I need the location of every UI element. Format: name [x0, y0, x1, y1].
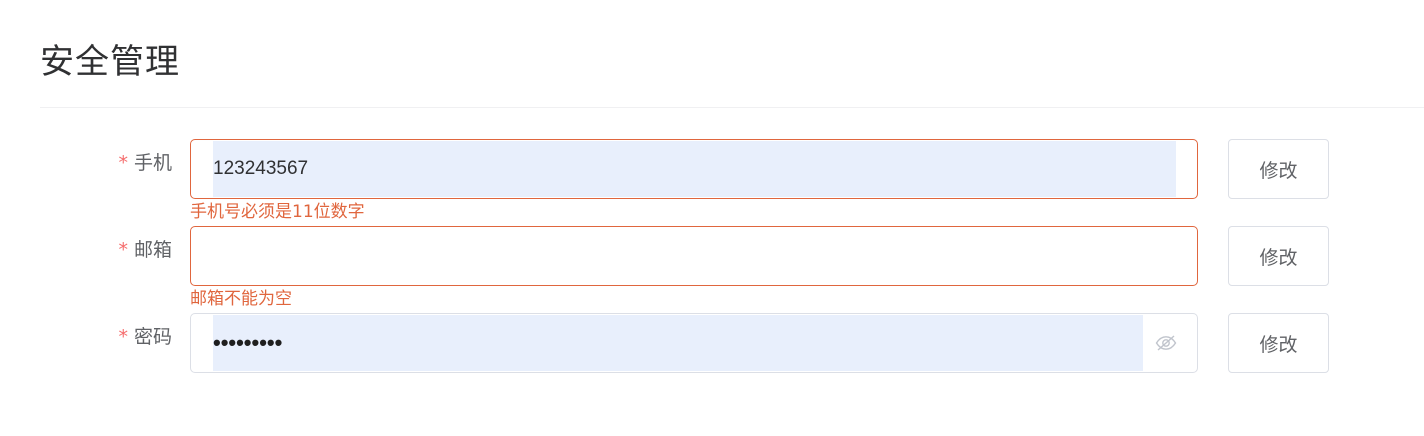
modify-phone-button[interactable]: 修改: [1228, 139, 1329, 199]
password-label-text: 密码: [133, 326, 172, 348]
required-mark: *: [118, 152, 128, 174]
phone-form-row: * 手机 123243567 手机号必须是11位数字 修改: [0, 139, 1424, 222]
email-error-message: 邮箱不能为空: [190, 289, 292, 309]
eye-slash-icon[interactable]: [1155, 335, 1177, 351]
required-mark: *: [118, 239, 128, 261]
modify-email-button[interactable]: 修改: [1228, 226, 1329, 286]
email-label: * 邮箱: [0, 236, 172, 264]
modify-password-button[interactable]: 修改: [1228, 313, 1329, 373]
phone-input-value: 123243567: [213, 158, 309, 179]
phone-error-message: 手机号必须是11位数字: [190, 202, 365, 222]
password-input-value: •••••••••: [213, 330, 283, 355]
autofill-background: [213, 315, 1143, 371]
required-mark: *: [118, 326, 128, 348]
phone-input[interactable]: 123243567: [190, 139, 1198, 199]
email-label-text: 邮箱: [133, 239, 172, 261]
autofill-background: [213, 141, 1176, 197]
password-form-row: * 密码 ••••••••• 修改: [0, 313, 1424, 373]
page-title: 安全管理: [40, 42, 180, 82]
email-input[interactable]: [190, 226, 1198, 286]
phone-label-text: 手机: [133, 152, 172, 174]
phone-label: * 手机: [0, 149, 172, 177]
password-input[interactable]: •••••••••: [190, 313, 1198, 373]
security-page: 安全管理 * 手机 123243567 手机号必须是11位数字 修改 * 邮箱 邮箱…: [0, 0, 1424, 436]
title-divider: [40, 107, 1424, 108]
email-form-row: * 邮箱 邮箱不能为空 修改: [0, 226, 1424, 309]
password-label: * 密码: [0, 323, 172, 351]
